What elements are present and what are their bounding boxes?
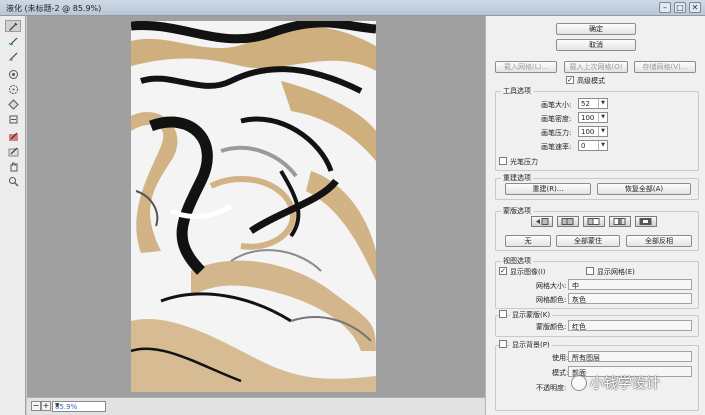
reconstruct-button[interactable]: 重建(R)... — [505, 183, 591, 195]
wechat-logo-icon — [571, 375, 587, 391]
zoom-in-button[interactable]: + — [41, 401, 51, 411]
zoom-tool-icon[interactable] — [5, 175, 21, 187]
watermark-text: 小钱学设计 — [590, 376, 660, 392]
invert-all-button[interactable]: 全部反相 — [626, 235, 692, 247]
chevron-down-icon: ▼ — [55, 402, 60, 409]
restore-all-button[interactable]: 恢复全部(A) — [597, 183, 691, 195]
twirl-clockwise-tool-icon[interactable] — [5, 68, 21, 80]
chevron-down-icon: ⌄ — [572, 280, 578, 287]
title-bar: 液化 (未标题-2 @ 85.9%) – □ ✕ — [0, 0, 705, 16]
show-mesh-checkbox[interactable] — [586, 267, 594, 275]
brush-pressure-label: 画笔压力: — [541, 129, 572, 137]
close-button[interactable]: ✕ — [689, 2, 701, 13]
subtract-from-selection-icon[interactable] — [583, 216, 605, 227]
freeze-mask-tool-icon[interactable] — [5, 130, 21, 142]
view-options-title: 视图选项 — [501, 256, 533, 266]
chevron-down-icon[interactable]: ▼ — [598, 127, 607, 136]
show-image-label: 显示图像(I) — [510, 268, 546, 276]
invert-selection-icon[interactable] — [635, 216, 657, 227]
mesh-size-select[interactable]: 中 ⌄ — [568, 279, 692, 290]
zoom-level-select[interactable]: 85.9% ▼ — [52, 401, 106, 412]
tool-palette — [0, 16, 26, 415]
chevron-down-icon[interactable]: ▼ — [598, 141, 607, 150]
brush-density-label: 画笔密度: — [541, 115, 572, 123]
show-mask-checkbox[interactable] — [499, 310, 507, 318]
liquify-preview-image[interactable] — [131, 21, 376, 392]
load-mesh-button[interactable]: 载入网格(L)... — [495, 61, 557, 73]
chevron-down-icon: ⌄ — [572, 321, 578, 328]
pucker-tool-icon[interactable] — [5, 83, 21, 95]
show-mesh-label: 显示网格(E) — [597, 268, 635, 276]
mask-color-label: 蒙版颜色: — [536, 323, 567, 331]
advanced-mode-checkbox[interactable]: ✓ — [566, 76, 574, 84]
mesh-color-select[interactable]: 灰色 ⌄ — [568, 293, 692, 304]
cancel-button[interactable]: 取消 — [556, 39, 636, 51]
forward-warp-tool-icon[interactable] — [5, 20, 21, 32]
stylus-pressure-checkbox[interactable] — [499, 157, 507, 165]
brush-rate-field[interactable]: 0 ▼ — [578, 140, 608, 151]
brush-rate-label: 画笔速率: — [541, 143, 572, 151]
maximize-button[interactable]: □ — [674, 2, 686, 13]
brush-density-field[interactable]: 100 ▼ — [578, 112, 608, 123]
load-last-mesh-button[interactable]: 载入上次网格(O) — [564, 61, 628, 73]
zoom-out-button[interactable]: − — [31, 401, 41, 411]
stylus-pressure-label: 光笔压力 — [510, 158, 538, 166]
advanced-mode-label: 高级模式 — [577, 77, 605, 85]
mask-none-button[interactable]: 无 — [505, 235, 551, 247]
mask-mode-buttons — [531, 216, 691, 228]
mask-all-button[interactable]: 全部蒙住 — [556, 235, 620, 247]
watermark: 小钱学设计 — [571, 373, 660, 393]
push-left-tool-icon[interactable] — [5, 113, 21, 125]
save-mesh-button[interactable]: 存储网格(V)... — [634, 61, 696, 73]
brush-rate-value: 0 — [581, 142, 586, 150]
chevron-down-icon[interactable]: ▼ — [598, 99, 607, 108]
backdrop-mode-label: 模式: — [552, 369, 569, 377]
show-image-checkbox[interactable]: ✓ — [499, 267, 507, 275]
thaw-mask-tool-icon[interactable] — [5, 145, 21, 157]
backdrop-opacity-label: 不透明度: — [536, 384, 567, 392]
bloat-tool-icon[interactable] — [5, 98, 21, 110]
mesh-color-label: 网格颜色: — [536, 296, 567, 304]
options-panel: 确定 取消 载入网格(L)... 载入上次网格(O) 存储网格(V)... ✓ … — [485, 16, 705, 415]
mask-color-select[interactable]: 红色 ⌄ — [568, 320, 692, 331]
mask-options-title: 蒙版选项 — [501, 206, 533, 216]
show-mask-label: 显示蒙版(K) — [510, 310, 553, 320]
minimize-button[interactable]: – — [659, 2, 671, 13]
reconstruct-options-title: 重建选项 — [501, 173, 533, 183]
tool-options-title: 工具选项 — [501, 86, 533, 96]
chevron-down-icon[interactable]: ▼ — [598, 113, 607, 122]
chevron-down-icon: ⌄ — [572, 352, 578, 359]
show-backdrop-checkbox[interactable] — [499, 340, 507, 348]
mesh-size-label: 网格大小: — [536, 282, 567, 290]
window-controls: – □ ✕ — [659, 2, 701, 13]
marble-swirl-image — [131, 21, 376, 392]
brush-density-value: 100 — [581, 114, 595, 122]
hand-tool-icon[interactable] — [5, 160, 21, 172]
brush-size-value: 52 — [581, 100, 590, 108]
ok-button[interactable]: 确定 — [556, 23, 636, 35]
add-to-selection-icon[interactable] — [557, 216, 579, 227]
backdrop-use-select[interactable]: 所有图层 ⌄ — [568, 351, 692, 362]
reconstruct-tool-icon[interactable] — [5, 35, 21, 47]
brush-pressure-field[interactable]: 100 ▼ — [578, 126, 608, 137]
brush-pressure-value: 100 — [581, 128, 595, 136]
status-bar: − + 85.9% ▼ — [27, 397, 485, 415]
brush-size-label: 画笔大小: — [541, 101, 572, 109]
brush-size-field[interactable]: 52 ▼ — [578, 98, 608, 109]
replace-selection-icon[interactable] — [531, 216, 553, 227]
intersect-selection-icon[interactable] — [609, 216, 631, 227]
preview-area[interactable] — [27, 16, 485, 397]
chevron-down-icon: ⌄ — [572, 294, 578, 301]
window-title: 液化 (未标题-2 @ 85.9%) — [6, 4, 102, 13]
show-backdrop-label: 显示背景(P) — [510, 340, 552, 350]
backdrop-use-label: 使用: — [552, 354, 569, 362]
smooth-tool-icon[interactable] — [5, 50, 21, 62]
